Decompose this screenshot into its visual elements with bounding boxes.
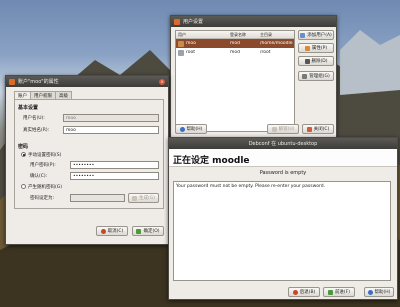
help-icon xyxy=(367,289,373,295)
list-header: 用户 登录名称 主目录 xyxy=(176,31,294,39)
password-heading: 密码 xyxy=(18,144,29,150)
back-icon xyxy=(292,289,298,295)
user-name: moo xyxy=(186,41,196,46)
groups-icon xyxy=(302,73,308,79)
close-icon[interactable]: × xyxy=(159,78,165,85)
manage-groups-button[interactable]: 管理组(G) xyxy=(298,71,334,81)
list-item[interactable]: root mod /root xyxy=(176,48,294,57)
username-label: 用户名(U): xyxy=(23,116,45,121)
generate-button[interactable]: 生成(G) xyxy=(128,193,159,203)
random-password-label[interactable]: 产生随机密码(G) xyxy=(28,184,62,190)
debconf-header: 正在设定 moodle xyxy=(169,149,397,167)
app-icon xyxy=(9,78,15,85)
window-title: 账户"moo"的属性 xyxy=(18,79,59,85)
unlock-button[interactable]: 解锁(U) xyxy=(267,124,299,134)
username-field: moo xyxy=(63,114,159,122)
properties-button[interactable]: 属性(P) xyxy=(298,43,334,53)
message-text: Your password must not be empty. Please … xyxy=(173,181,391,281)
help-button[interactable]: 帮助(H) xyxy=(364,287,394,297)
user-home: /root xyxy=(260,50,271,55)
generated-password-field xyxy=(70,194,125,202)
realname-field[interactable]: moo xyxy=(63,126,159,134)
column-home[interactable]: 主目录 xyxy=(258,32,294,38)
list-item[interactable]: moo mod /home/moodle xyxy=(176,39,294,48)
titlebar[interactable]: 用户设置 xyxy=(171,16,336,27)
user-name: root xyxy=(186,50,196,55)
realname-label: 真实姓名(R): xyxy=(23,128,50,133)
titlebar[interactable]: 账户"moo"的属性 × xyxy=(6,76,168,87)
ok-button[interactable]: 确定(O) xyxy=(132,226,164,236)
cancel-button[interactable]: 取消(C) xyxy=(96,226,128,236)
add-user-button[interactable]: 添加用户(A) xyxy=(298,30,334,40)
titlebar[interactable]: Debconf 在 ubuntu-desktop xyxy=(169,138,397,149)
delete-button[interactable]: 删除(D) xyxy=(298,56,334,66)
random-password-radio[interactable] xyxy=(21,184,26,189)
subheading: Password is empty xyxy=(259,170,307,176)
unlock-icon xyxy=(271,126,277,132)
manual-password-radio[interactable] xyxy=(21,152,26,157)
forward-button[interactable]: 前进(F) xyxy=(323,287,355,297)
add-user-icon xyxy=(300,32,306,38)
delete-icon xyxy=(304,58,310,64)
properties-icon xyxy=(304,45,310,51)
close-button[interactable]: 关闭(C) xyxy=(302,124,334,134)
column-user[interactable]: 用户 xyxy=(176,32,228,38)
user-settings-window: 用户设置 用户 登录名称 主目录 moo mod /home/moodle ro… xyxy=(170,15,337,141)
tab-panel: 基本设置 用户名(U): moo 真实姓名(R): moo 密码 手动设置密码(… xyxy=(14,99,164,209)
window-title: Debconf 在 ubuntu-desktop xyxy=(248,141,318,147)
password-label: 用户密码(P): xyxy=(30,163,56,168)
generate-icon xyxy=(132,195,137,201)
manual-password-label[interactable]: 手动设置密码(S) xyxy=(28,152,61,158)
user-icon xyxy=(178,49,184,56)
user-login: mod xyxy=(230,50,240,55)
column-login[interactable]: 登录名称 xyxy=(228,32,258,38)
user-list[interactable]: 用户 登录名称 主目录 moo mod /home/moodle root mo… xyxy=(175,30,295,132)
confirm-label: 确认(C): xyxy=(30,174,48,179)
confirm-password-field[interactable]: •••••••• xyxy=(70,172,159,180)
debconf-window: Debconf 在 ubuntu-desktop 正在设定 moodle Pas… xyxy=(168,137,398,300)
help-icon xyxy=(179,126,185,132)
ok-icon xyxy=(136,228,142,234)
close-icon xyxy=(306,126,312,132)
back-button[interactable]: 后退(B) xyxy=(288,287,320,297)
password-field[interactable]: •••••••• xyxy=(70,161,159,169)
page-title: 正在设定 moodle xyxy=(173,156,250,166)
help-button[interactable]: 帮助(H) xyxy=(175,124,207,134)
app-icon xyxy=(174,18,180,25)
generated-password-label: 密码设定为: xyxy=(30,196,55,201)
basic-settings-heading: 基本设置 xyxy=(18,105,39,111)
cancel-icon xyxy=(100,228,106,234)
user-icon xyxy=(178,40,184,47)
account-properties-window: 账户"moo"的属性 × 账户 用户权限 高级 基本设置 用户名(U): moo… xyxy=(5,75,169,245)
window-title: 用户设置 xyxy=(183,19,204,25)
user-login: mod xyxy=(230,41,240,46)
user-home: /home/moodle xyxy=(260,41,293,46)
forward-icon xyxy=(327,289,333,295)
